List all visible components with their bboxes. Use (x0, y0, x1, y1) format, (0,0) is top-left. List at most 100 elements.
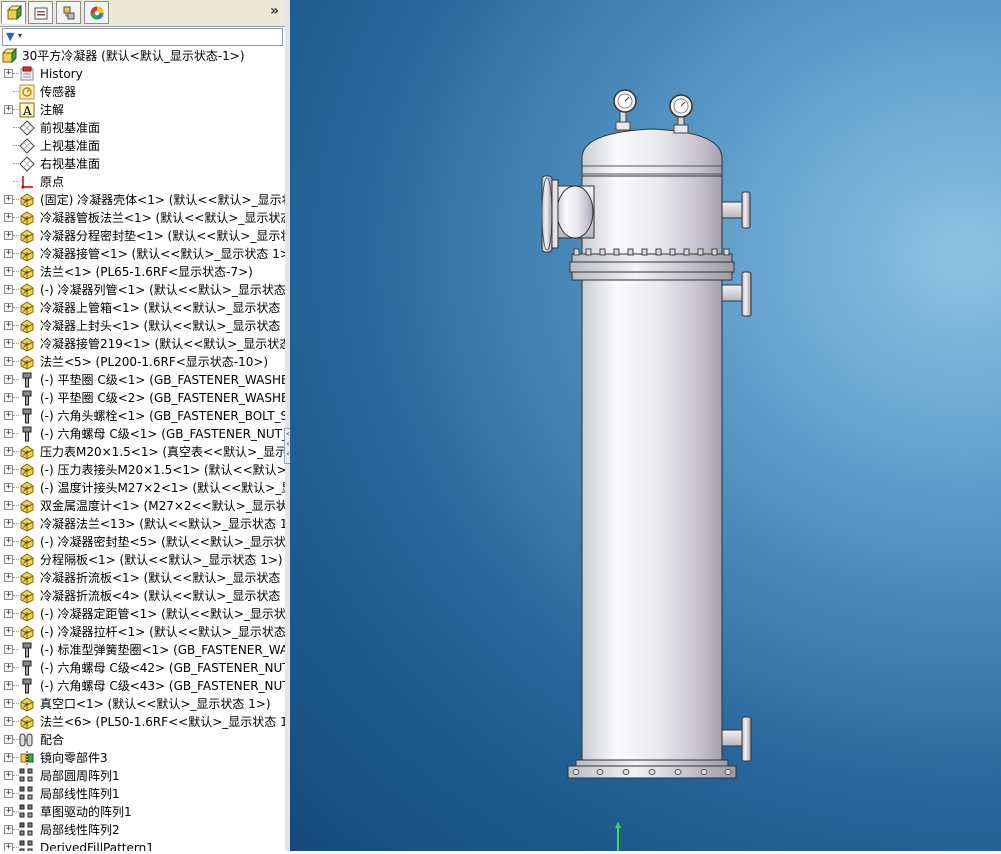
tree-item[interactable]: + 冷凝器法兰<13> (默认<<默认>_显示状态 1> (0, 515, 285, 533)
tab-display-manager[interactable] (84, 1, 109, 24)
graphics-viewport[interactable] (290, 0, 1001, 851)
expand-node-icon[interactable]: + (4, 393, 13, 402)
expand-node-icon[interactable]: + (4, 267, 13, 276)
expand-node-icon[interactable]: + (4, 591, 13, 600)
tree-item[interactable]: + (-) 六角头螺栓<1> (GB_FASTENER_BOLT_SI (0, 407, 285, 425)
expand-node-icon[interactable]: + (4, 699, 13, 708)
expand-node-icon[interactable]: + (4, 627, 13, 636)
tree-item[interactable]: + (-) 六角螺母 C级<1> (GB_FASTENER_NUT_ (0, 425, 285, 443)
expand-node-icon[interactable]: + (4, 771, 13, 780)
tree-item[interactable]: + 冷凝器折流板<4> (默认<<默认>_显示状态 1 (0, 587, 285, 605)
tree-item[interactable]: + 冷凝器接管<1> (默认<<默认>_显示状态 1>_ (0, 245, 285, 263)
tree-item[interactable]: + 冷凝器折流板<1> (默认<<默认>_显示状态 1 (0, 569, 285, 587)
tree-item[interactable]: + (-) 压力表接头M20×1.5<1> (默认<<默认>_ (0, 461, 285, 479)
tree-item[interactable]: + (-) 六角螺母 C级<43> (GB_FASTENER_NUT (0, 677, 285, 695)
expand-node-icon[interactable]: + (4, 717, 13, 726)
tree-item[interactable]: + 局部圆周阵列1 (0, 767, 285, 785)
tree-item[interactable]: + 双金属温度计<1> (M27×2<<默认>_显示状态 (0, 497, 285, 515)
expand-node-icon[interactable]: + (4, 447, 13, 456)
part-icon (20, 355, 34, 370)
tree-item[interactable]: + 冷凝器上管箱<1> (默认<<默认>_显示状态 1 (0, 299, 285, 317)
tree-item[interactable]: + 压力表M20×1.5<1> (真空表<<默认>_显示 (0, 443, 285, 461)
tree-item[interactable]: + (-) 温度计接头M27×2<1> (默认<<默认>_显 (0, 479, 285, 497)
expand-node-icon[interactable]: + (4, 357, 13, 366)
tab-configuration-manager[interactable] (56, 1, 81, 24)
tree-item[interactable]: + 真空口<1> (默认<<默认>_显示状态 1>) (0, 695, 285, 713)
tree-item-label: (-) 平垫圈 C级<1> (GB_FASTENER_WASHEI (40, 373, 285, 387)
expand-node-icon[interactable]: + (4, 681, 13, 690)
tree-item[interactable]: + 草图驱动的阵列1 (0, 803, 285, 821)
tree-item[interactable]: + 局部线性阵列2 (0, 821, 285, 839)
tree-item[interactable]: + (-) 冷凝器密封垫<5> (默认<<默认>_显示状态 (0, 533, 285, 551)
tab-feature-manager[interactable] (1, 1, 26, 24)
expand-node-icon[interactable]: + (4, 303, 13, 312)
tree-item-label: 分程隔板<1> (默认<<默认>_显示状态 1>) (40, 553, 283, 567)
tree-item[interactable]: 上视基准面 (0, 137, 285, 155)
tree-item[interactable]: 右视基准面 (0, 155, 285, 173)
expand-node-icon[interactable]: + (4, 789, 13, 798)
expand-node-icon[interactable]: + (4, 537, 13, 546)
expand-node-icon[interactable]: + (4, 807, 13, 816)
expand-node-icon[interactable]: + (4, 231, 13, 240)
tree-item[interactable]: + 法兰<1> (PL65-1.6RF<显示状态-7>) (0, 263, 285, 281)
expand-node-icon[interactable]: + (4, 843, 13, 851)
tree-root-label: 30平方冷凝器 (默认<默认_显示状态-1>) (22, 49, 245, 63)
tree-item[interactable]: + A 注解 (0, 101, 285, 119)
tree-item[interactable]: + (-) 平垫圈 C级<2> (GB_FASTENER_WASHEI (0, 389, 285, 407)
expand-node-icon[interactable]: + (4, 645, 13, 654)
expand-node-icon[interactable]: + (4, 573, 13, 582)
expand-node-icon[interactable]: + (4, 609, 13, 618)
tree-item[interactable]: 传感器 (0, 83, 285, 101)
expand-node-icon[interactable]: + (4, 411, 13, 420)
tree-item[interactable]: 原点 (0, 173, 285, 191)
expand-node-icon[interactable]: + (4, 195, 13, 204)
expand-node-icon[interactable]: + (4, 483, 13, 492)
tree-item[interactable]: + (固定) 冷凝器壳体<1> (默认<<默认>_显示状 (0, 191, 285, 209)
tree-item[interactable]: + (-) 冷凝器拉杆<1> (默认<<默认>_显示状态 (0, 623, 285, 641)
expand-node-icon[interactable]: + (4, 429, 13, 438)
expand-node-icon[interactable]: + (4, 555, 13, 564)
tree-item[interactable]: + 冷凝器管板法兰<1> (默认<<默认>_显示状态 (0, 209, 285, 227)
part-icon (20, 535, 34, 550)
tree-item[interactable]: + 法兰<5> (PL200-1.6RF<显示状态-10>) (0, 353, 285, 371)
expand-node-icon[interactable]: + (4, 105, 13, 114)
expand-node-icon[interactable]: + (4, 825, 13, 834)
expand-node-icon[interactable]: + (4, 375, 13, 384)
expand-node-icon[interactable]: + (4, 249, 13, 258)
tree-item[interactable]: + (-) 冷凝器定距管<1> (默认<<默认>_显示状态 (0, 605, 285, 623)
expand-node-icon[interactable]: + (4, 69, 13, 78)
tree-root-assembly[interactable]: 30平方冷凝器 (默认<默认_显示状态-1>) (0, 47, 285, 65)
expand-panel-chevron-icon[interactable]: » (270, 3, 279, 19)
part-icon (20, 517, 34, 532)
tree-item[interactable]: + (-) 标准型弹簧垫圈<1> (GB_FASTENER_WA (0, 641, 285, 659)
expand-node-icon[interactable]: + (4, 663, 13, 672)
chevron-down-icon[interactable]: ▾ (18, 31, 22, 40)
tree-item[interactable]: 前视基准面 (0, 119, 285, 137)
tree-item[interactable]: + 镜向零部件3 (0, 749, 285, 767)
tree-item[interactable]: + 冷凝器分程密封垫<1> (默认<<默认>_显示状 (0, 227, 285, 245)
tree-item[interactable]: + 冷凝器上封头<1> (默认<<默认>_显示状态 1 (0, 317, 285, 335)
tree-item[interactable]: + (-) 平垫圈 C级<1> (GB_FASTENER_WASHEI (0, 371, 285, 389)
filter-icon[interactable]: ▼ (6, 30, 14, 43)
toolbox-part-icon (22, 678, 32, 694)
tree-item[interactable]: + (-) 六角螺母 C级<42> (GB_FASTENER_NUT (0, 659, 285, 677)
expand-node-icon[interactable]: + (4, 285, 13, 294)
tree-item[interactable]: + 局部线性阵列1 (0, 785, 285, 803)
tree-item[interactable]: + 冷凝器接管219<1> (默认<<默认>_显示状态 (0, 335, 285, 353)
expand-node-icon[interactable]: + (4, 213, 13, 222)
tree-item[interactable]: + History (0, 65, 285, 83)
expand-node-icon[interactable]: + (4, 753, 13, 762)
expand-node-icon[interactable]: + (4, 321, 13, 330)
tree-item[interactable]: + 法兰<6> (PL50-1.6RF<<默认>_显示状态 1> (0, 713, 285, 731)
expand-node-icon[interactable]: + (4, 501, 13, 510)
tree-item[interactable]: + (-) 冷凝器列管<1> (默认<<默认>_显示状态 (0, 281, 285, 299)
expand-node-icon[interactable]: + (4, 465, 13, 474)
expand-node-icon[interactable]: + (4, 519, 13, 528)
expand-node-icon[interactable]: + (4, 339, 13, 348)
tab-property-manager[interactable] (28, 1, 53, 24)
tree-item[interactable]: + DerivedFillPattern1 (0, 839, 285, 851)
tree-item[interactable]: + 分程隔板<1> (默认<<默认>_显示状态 1>) (0, 551, 285, 569)
tree-filter-input[interactable]: ▼ ▾ (2, 28, 283, 46)
expand-node-icon[interactable]: + (4, 735, 13, 744)
tree-item[interactable]: + 配合 (0, 731, 285, 749)
